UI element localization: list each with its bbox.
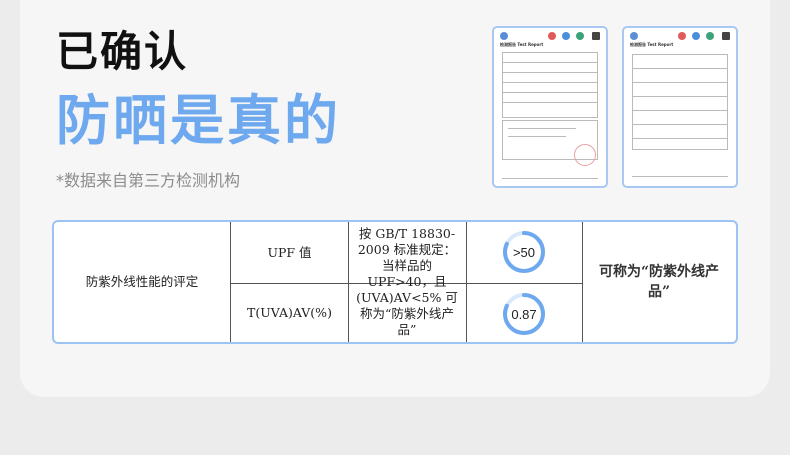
report-title: 检测报告 Test Report	[630, 42, 674, 47]
report-title: 检测报告 Test Report	[500, 42, 544, 47]
ilac-logo-icon	[692, 32, 700, 40]
institute-logo-icon	[630, 32, 638, 40]
qr-code-icon	[722, 32, 730, 40]
category-cell: 防紫外线性能的评定	[85, 274, 199, 289]
cnas-logo-icon	[576, 32, 584, 40]
institute-logo-icon	[500, 32, 508, 40]
conclusion-cell: 可称为“防紫外线产品”	[598, 264, 720, 300]
cma-logo-icon	[548, 32, 556, 40]
report-stamp	[574, 144, 596, 166]
confirmed-heading: 已确认	[56, 27, 189, 76]
uv-protection-table: 防紫外线性能的评定 UPF 值 T(UVA)AV(%) 按 GB/T 18830…	[52, 220, 738, 344]
ilac-logo-icon	[562, 32, 570, 40]
cnas-logo-icon	[706, 32, 714, 40]
upf-label: UPF 值	[267, 244, 312, 260]
qr-code-icon	[592, 32, 600, 40]
test-report-thumbnail-1[interactable]: 检测报告 Test Report	[492, 26, 608, 188]
uva-result-value: 0.87	[511, 306, 537, 322]
test-report-thumbnail-2[interactable]: 检测报告 Test Report	[622, 26, 738, 188]
upf-result-value: >50	[512, 244, 536, 260]
uva-label: T(UVA)AV(%)	[247, 305, 332, 320]
cma-logo-icon	[678, 32, 686, 40]
sunscreen-heading: 防晒是真的	[56, 89, 341, 152]
standard-cell: 按 GB/T 18830-2009 标准规定：当样品的 UPF>40，且 (UV…	[356, 226, 458, 337]
uva-result-ring: 0.87	[502, 292, 546, 336]
source-note: *数据来自第三方检测机构	[56, 171, 241, 190]
upf-result-ring: >50	[502, 230, 546, 274]
